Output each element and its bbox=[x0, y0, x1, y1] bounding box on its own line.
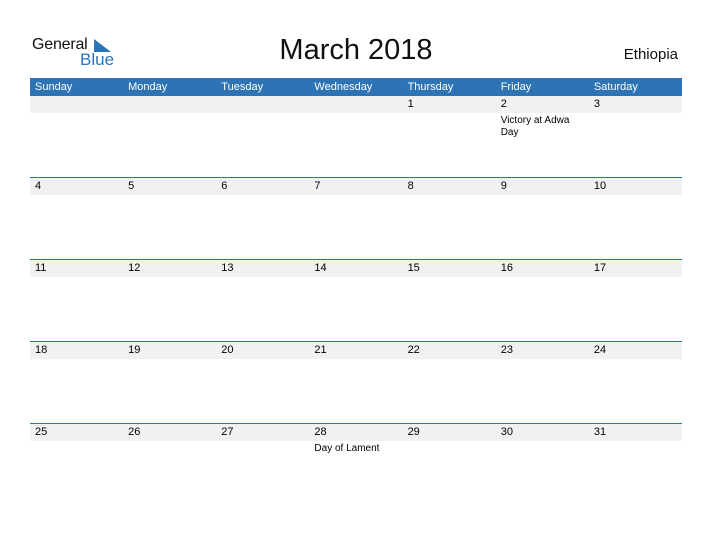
day-number: 27 bbox=[221, 426, 234, 438]
day-number: 19 bbox=[128, 344, 141, 356]
day-number: 29 bbox=[407, 426, 420, 438]
day-cell: 15 bbox=[403, 260, 496, 277]
day-cell: 14 bbox=[309, 260, 402, 277]
day-cell: 31 bbox=[589, 424, 682, 441]
day-cell bbox=[123, 96, 216, 113]
day-number: 28 bbox=[314, 426, 327, 438]
day-cell: 30 bbox=[496, 424, 589, 441]
day-number: 23 bbox=[500, 344, 513, 356]
day-cell: 28 Day of Lament bbox=[309, 424, 402, 454]
week-date-band: 18 19 20 21 22 23 24 bbox=[30, 342, 682, 359]
country-label: Ethiopia bbox=[623, 46, 678, 63]
day-cell: 11 bbox=[30, 260, 123, 277]
week-row: 25 26 27 28 Day of Lament 29 30 31 bbox=[30, 423, 682, 505]
day-number: 8 bbox=[407, 180, 414, 192]
day-cell: 24 bbox=[589, 342, 682, 359]
day-cell: 23 bbox=[496, 342, 589, 359]
week-date-band: 11 12 13 14 15 16 17 bbox=[30, 260, 682, 277]
day-cell: 29 bbox=[403, 424, 496, 441]
day-number: 10 bbox=[593, 180, 607, 192]
day-cell: 4 bbox=[30, 178, 123, 195]
day-cell: 19 bbox=[123, 342, 216, 359]
day-number: 7 bbox=[314, 180, 321, 192]
day-number: 21 bbox=[314, 344, 327, 356]
weekday-tuesday: Tuesday bbox=[221, 81, 264, 93]
day-cell: 25 bbox=[30, 424, 123, 441]
day-cell: 9 bbox=[496, 178, 589, 195]
day-cell: 21 bbox=[309, 342, 402, 359]
day-cell: 16 bbox=[496, 260, 589, 277]
day-number: 4 bbox=[35, 180, 42, 192]
day-cell: 27 bbox=[216, 424, 309, 441]
weekday-friday: Friday bbox=[500, 81, 532, 93]
week-row: 11 12 13 14 15 16 17 bbox=[30, 259, 682, 341]
day-number: 9 bbox=[500, 180, 507, 192]
weekday-monday: Monday bbox=[128, 81, 168, 93]
day-number: 31 bbox=[593, 426, 607, 438]
day-number: 30 bbox=[500, 426, 513, 438]
holiday-label: Victory at Adwa Day bbox=[500, 115, 570, 138]
day-cell: 12 bbox=[123, 260, 216, 277]
day-cell: 3 bbox=[589, 96, 682, 113]
day-cell: 1 bbox=[403, 96, 496, 113]
week-date-band: 1 2 Victory at Adwa Day 3 bbox=[30, 96, 682, 138]
day-cell: 10 bbox=[589, 178, 682, 195]
week-row: 18 19 20 21 22 23 24 bbox=[30, 341, 682, 423]
weekday-header: Sunday Monday Tuesday Wednesday Thursday Frid… bbox=[30, 78, 682, 96]
weekday-saturday: Saturday bbox=[593, 81, 638, 93]
day-number: 16 bbox=[500, 262, 513, 274]
day-number: 11 bbox=[35, 262, 47, 274]
week-date-band: 4 5 6 7 8 9 10 bbox=[30, 178, 682, 195]
day-cell: 18 bbox=[30, 342, 123, 359]
day-number: 3 bbox=[593, 98, 600, 110]
day-cell: 8 bbox=[403, 178, 496, 195]
day-cell: 7 bbox=[309, 178, 402, 195]
day-number: 13 bbox=[221, 262, 234, 274]
day-number: 17 bbox=[593, 262, 607, 274]
day-number: 1 bbox=[407, 98, 414, 110]
day-number: 26 bbox=[128, 426, 141, 438]
day-number: 14 bbox=[314, 262, 327, 274]
day-number: 24 bbox=[593, 344, 607, 356]
day-cell bbox=[309, 96, 402, 113]
day-cell bbox=[216, 96, 309, 113]
day-number: 5 bbox=[128, 180, 135, 192]
day-number: 22 bbox=[407, 344, 420, 356]
day-number: 25 bbox=[35, 426, 48, 438]
day-cell: 22 bbox=[403, 342, 496, 359]
day-number: 2 bbox=[500, 98, 507, 110]
calendar-grid: Sunday Monday Tuesday Wednesday Thursday Frid… bbox=[30, 78, 682, 505]
week-row: 1 2 Victory at Adwa Day 3 bbox=[30, 96, 682, 177]
day-number: 18 bbox=[35, 344, 48, 356]
day-number: 6 bbox=[221, 180, 228, 192]
weekday-thursday: Thursday bbox=[407, 81, 454, 93]
day-cell: 20 bbox=[216, 342, 309, 359]
weekday-sunday: Sunday bbox=[35, 81, 73, 93]
day-cell: 26 bbox=[123, 424, 216, 441]
day-number: 20 bbox=[221, 344, 234, 356]
day-cell: 17 bbox=[589, 260, 682, 277]
day-cell: 2 Victory at Adwa Day bbox=[496, 96, 589, 138]
week-date-band: 25 26 27 28 Day of Lament 29 30 31 bbox=[30, 424, 682, 454]
day-cell: 5 bbox=[123, 178, 216, 195]
day-cell bbox=[30, 96, 123, 113]
day-number: 12 bbox=[128, 262, 141, 274]
day-cell: 6 bbox=[216, 178, 309, 195]
week-row: 4 5 6 7 8 9 10 bbox=[30, 177, 682, 259]
weekday-wednesday: Wednesday bbox=[314, 81, 373, 93]
day-cell: 13 bbox=[216, 260, 309, 277]
holiday-label: Day of Lament bbox=[314, 443, 380, 454]
day-number: 15 bbox=[407, 262, 420, 274]
calendar-title: March 2018 bbox=[279, 34, 433, 66]
